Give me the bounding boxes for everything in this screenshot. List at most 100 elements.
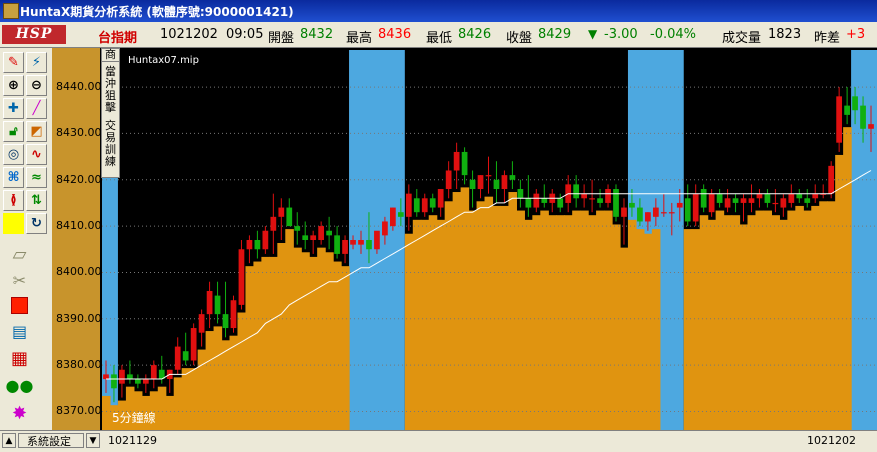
area-bar: [500, 205, 510, 430]
trend-icon[interactable]: ≈: [26, 167, 47, 188]
cycle-icon[interactable]: ⌘: [3, 167, 24, 188]
price-chart[interactable]: Huntax07.mip 5分鐘線: [0, 0, 877, 430]
candle-body: [358, 240, 364, 245]
y-tick-label: 8420.00: [56, 172, 102, 186]
candle-body: [645, 212, 651, 222]
wave-icon[interactable]: ∿: [26, 144, 47, 165]
candle-body: [342, 240, 348, 254]
area-bar: [213, 326, 223, 430]
candle-body: [127, 374, 133, 380]
end-date: 1021202: [807, 434, 856, 447]
candle-body: [318, 226, 325, 240]
people-icon[interactable]: ●●: [4, 373, 35, 397]
area-bar: [452, 192, 462, 430]
area-bar: [699, 215, 709, 430]
refresh-icon[interactable]: ↻: [26, 213, 47, 234]
scroll-down-icon[interactable]: ▼: [86, 433, 100, 448]
area-bar: [715, 210, 725, 430]
area-bar: [763, 210, 773, 430]
scroll-up-icon[interactable]: ▲: [2, 433, 16, 448]
fibonacci-icon[interactable]: ≬: [3, 190, 24, 211]
arrows-icon[interactable]: ⇅: [26, 190, 47, 211]
area-bar: [795, 205, 804, 430]
y-tick-label: 8370.00: [56, 404, 102, 418]
wand-icon[interactable]: ⚡: [26, 52, 47, 73]
crosshair-icon[interactable]: ✚: [3, 98, 24, 119]
side-tab[interactable]: 商 當沖狙擊 交易訓練: [101, 48, 120, 178]
area-bar: [157, 386, 167, 430]
candle-body: [390, 207, 396, 227]
y-tick-label: 8430.00: [56, 126, 102, 140]
area-bar: [811, 205, 820, 430]
zoom-in-icon[interactable]: ⊕: [3, 75, 24, 96]
price-axis: 8370.00 8380.00 8390.00 8400.00 8410.00 8420.…: [52, 48, 102, 430]
candle-body: [445, 170, 452, 190]
diff-value: +3: [846, 27, 866, 42]
y-tick-label: 8410.00: [56, 219, 102, 233]
candle-body: [174, 346, 181, 370]
pencil-icon[interactable]: ✎: [3, 52, 24, 73]
candle-body: [804, 198, 811, 203]
folder-icon[interactable]: ▱: [4, 242, 35, 266]
candle-body: [740, 198, 747, 203]
area-bar: [221, 340, 231, 430]
candle-body: [437, 189, 444, 208]
candle-body: [246, 240, 253, 250]
area-bar: [588, 215, 597, 430]
area-bar: [819, 201, 828, 430]
area-bar: [612, 224, 621, 430]
candle-body: [461, 151, 468, 176]
candle-body: [493, 179, 500, 190]
area-bar: [165, 395, 175, 430]
area-bar: [707, 219, 717, 430]
area-bar: [604, 210, 613, 430]
area-bar: [205, 331, 215, 430]
stop-icon[interactable]: [4, 293, 35, 317]
cut-icon[interactable]: ✂: [4, 268, 35, 292]
note-icon[interactable]: ▤: [4, 319, 35, 343]
area-bar: [619, 247, 629, 430]
lock-icon[interactable]: 🔓︎: [3, 121, 24, 142]
side-tab-training[interactable]: 交易訓練: [102, 120, 119, 168]
candle-body: [589, 198, 595, 200]
candle-body: [708, 193, 715, 213]
explosion-icon[interactable]: ✸: [4, 401, 35, 425]
candle-body: [374, 230, 380, 250]
ruler-icon[interactable]: ◩: [26, 121, 47, 142]
candle-body: [254, 240, 261, 250]
area-bar: [747, 215, 757, 430]
line-icon[interactable]: ╱: [26, 98, 47, 119]
candle-body: [764, 193, 771, 203]
area-bar: [197, 349, 207, 430]
candle-body: [676, 202, 683, 208]
grid-icon[interactable]: ▦: [4, 346, 35, 370]
side-tab-daytrade[interactable]: 當沖狙擊: [102, 66, 119, 114]
candle-body: [812, 193, 819, 199]
candle-body: [668, 212, 675, 214]
settings-button[interactable]: 系統設定: [18, 433, 84, 448]
candle-body: [557, 198, 564, 208]
symbol-label[interactable]: 台指期: [98, 27, 137, 46]
candle-body: [525, 198, 532, 208]
candle-body: [629, 202, 635, 208]
candle-body: [716, 193, 723, 203]
area-bar: [683, 229, 693, 430]
candle-body: [366, 240, 372, 250]
target-icon[interactable]: ◎: [3, 144, 24, 165]
candle-body: [421, 198, 428, 213]
candle-body: [198, 314, 205, 333]
area-bar: [173, 377, 183, 430]
diff-label: 昨差: [814, 31, 841, 46]
yellow-square-icon[interactable]: [3, 213, 24, 234]
zoom-out-icon[interactable]: ⊖: [26, 75, 47, 96]
area-bar: [787, 210, 796, 430]
candle-body: [621, 207, 627, 217]
y-tick-label: 8380.00: [56, 358, 102, 372]
area-bar: [253, 261, 262, 430]
window-title: HuntaX期貨分析系統 (軟體序號:9000001421): [20, 5, 294, 19]
area-bar: [596, 210, 605, 430]
area-bar: [325, 252, 334, 430]
candle-body: [637, 207, 643, 222]
close-label: 收盤: [506, 31, 533, 46]
area-bar: [412, 219, 422, 430]
